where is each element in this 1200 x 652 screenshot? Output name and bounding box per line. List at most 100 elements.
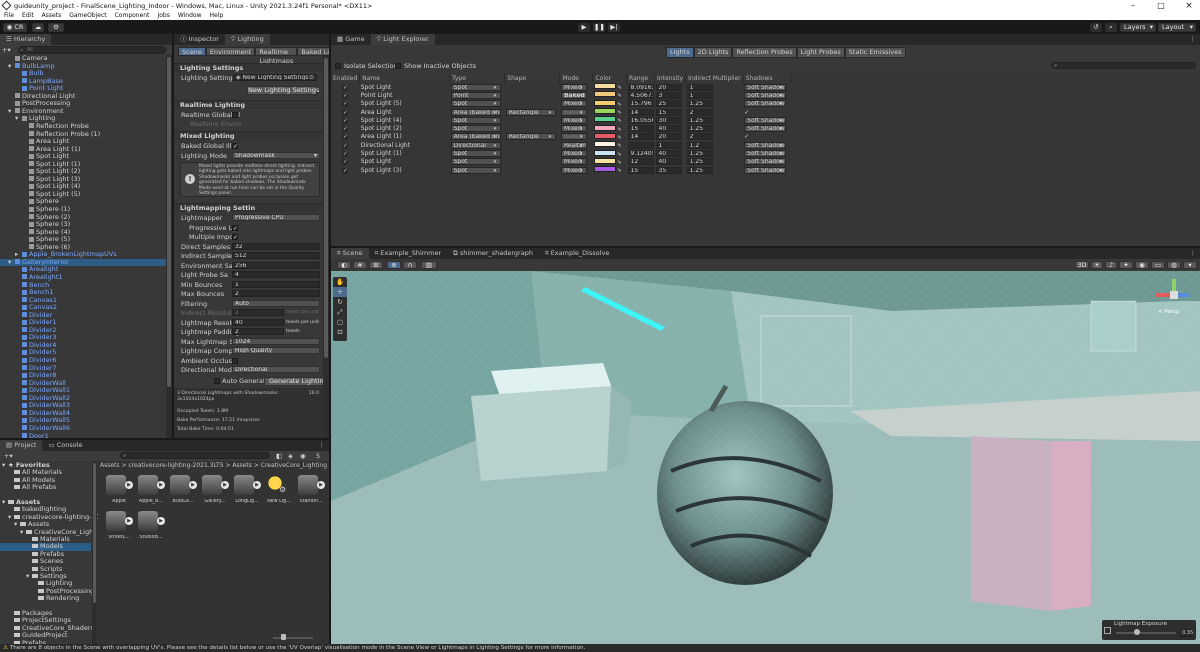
asset-item[interactable]: ▶ LongLig...	[232, 475, 262, 509]
color-swatch[interactable]	[593, 108, 616, 115]
setting-checkbox[interactable]	[232, 357, 238, 364]
hierarchy-item[interactable]: Spot Light (4)	[0, 183, 166, 191]
expand-arrow-icon[interactable]: ▾	[8, 62, 15, 71]
intensity-field[interactable]: 25	[655, 100, 682, 108]
tab-example-dissolve[interactable]: ⌗ Example_Dissolve	[539, 248, 615, 259]
generate-lighting-button[interactable]: Generate Lighting	[264, 377, 328, 386]
hierarchy-item[interactable]: Spot Light (2)	[0, 168, 166, 176]
intensity-field[interactable]: 30	[655, 116, 682, 124]
hierarchy-item[interactable]: DividerWall1	[0, 386, 166, 395]
scrollbar-thumb[interactable]	[167, 57, 171, 387]
expand-arrow-icon[interactable]: ▾	[15, 115, 22, 123]
indirect-field[interactable]: 2	[686, 133, 713, 141]
hierarchy-item[interactable]: Reflection Probe (1)	[0, 130, 166, 139]
light-row[interactable]: ✓ Spot Light (5) Spot ▾ Mixed▾ ✎ 15.796 25 1.25…	[331, 99, 791, 108]
mode-dropdown[interactable]: Mixed	[560, 100, 587, 108]
indirect-field[interactable]: 1.25	[686, 150, 713, 158]
hierarchy-item[interactable]: LampBase	[0, 77, 166, 86]
eyedropper-icon[interactable]: ✎	[616, 127, 622, 133]
section-lighting-settings[interactable]: Lighting Settings	[174, 63, 323, 72]
new-lighting-settings-button[interactable]: New Lighting Settings	[247, 86, 319, 95]
light-row[interactable]: ✓ Spot Light (1) Spot ▾ Mixed▾ ✎ 9.12405 40 1.2…	[331, 149, 791, 158]
visibility-icon[interactable]: ◉	[300, 452, 306, 460]
column-header[interactable]: Shape	[504, 74, 561, 83]
eyedropper-icon[interactable]: ✎	[616, 85, 622, 91]
hierarchy-item[interactable]: Arealight1	[0, 273, 166, 282]
setting-field[interactable]: 2	[232, 290, 320, 297]
hierarchy-item[interactable]: Divider3	[0, 334, 166, 342]
hierarchy-item[interactable]: Spot Light (5)	[0, 190, 166, 199]
range-field[interactable]	[627, 141, 654, 149]
section-lightmapping-settings[interactable]: Lightmapping Settin	[174, 203, 323, 212]
section-mixed-lighting[interactable]: Mixed Lighting	[174, 131, 323, 140]
hierarchy-item[interactable]: Divider7	[0, 364, 166, 373]
expand-play-icon[interactable]: ▶	[253, 481, 261, 489]
shadows-checkbox[interactable]: ✓	[744, 133, 749, 140]
hierarchy-item[interactable]: Bulb	[0, 69, 166, 78]
tab-light-explorer[interactable]: 💡︎ Light Explorer	[370, 34, 435, 45]
range-field[interactable]: 8.09163	[627, 83, 654, 91]
draw-mode-dropdown[interactable]: ◐	[337, 261, 351, 269]
expand-play-icon[interactable]: ▶	[317, 481, 325, 489]
camera-settings-button[interactable]: ▭	[1151, 261, 1165, 269]
close-button[interactable]: ×	[1184, 0, 1194, 12]
tab-hierarchy[interactable]: ☰ Hierarchy	[0, 34, 52, 45]
move-tool-icon[interactable]: ✛	[333, 287, 347, 297]
mode-dropdown[interactable]: Mixed	[560, 158, 587, 166]
column-header[interactable]: Enabled	[331, 74, 361, 83]
hierarchy-item[interactable]: Spot Light (3)	[0, 175, 166, 184]
indirect-field[interactable]: 1.25	[686, 166, 713, 174]
history-button[interactable]: ↺	[1090, 23, 1102, 32]
hierarchy-item[interactable]: Sphere (2)	[0, 213, 166, 222]
add-object-button[interactable]: +▾	[2, 46, 11, 54]
hierarchy-item[interactable]: Bench	[0, 281, 166, 290]
menu-window[interactable]: Window	[178, 12, 202, 20]
panel-menu-icon[interactable]: ⋮	[1190, 248, 1200, 259]
filter-2d-lights[interactable]: 2D Lights	[693, 47, 733, 58]
intensity-field[interactable]: 35	[655, 166, 682, 174]
auto-generate-checkbox[interactable]	[214, 378, 220, 384]
cloud-button[interactable]: ☁	[32, 23, 44, 32]
tab-example-shimmer[interactable]: ⌗ Example_Shimmer	[369, 248, 448, 259]
tab-lighting[interactable]: 💡︎ Lighting	[224, 34, 270, 45]
project-tree-item[interactable]: Rendering	[0, 594, 91, 602]
hierarchy-item[interactable]: Door1	[0, 432, 166, 438]
hierarchy-item[interactable]: DividerWall3	[0, 402, 166, 410]
range-field[interactable]: 4.50671	[627, 91, 654, 99]
column-header[interactable]: Mode	[559, 74, 594, 83]
gizmo-tool-dropdown[interactable]: #	[353, 261, 367, 269]
expand-arrow-icon[interactable]: ▾	[8, 107, 15, 116]
setting-dropdown[interactable]: Progressive CPU	[232, 214, 320, 221]
color-swatch[interactable]	[593, 83, 616, 90]
enabled-checkbox[interactable]: ✓	[342, 126, 349, 133]
enabled-checkbox[interactable]: ✓	[342, 159, 349, 166]
audio-toggle[interactable]: ♪	[1105, 261, 1117, 269]
indirect-field[interactable]: 1.25	[686, 100, 713, 108]
range-field[interactable]: 14	[627, 133, 654, 141]
subtab-realtime-lightmaps[interactable]: Realtime Lightmaps	[255, 47, 298, 65]
indirect-field[interactable]: 2	[686, 108, 713, 116]
hierarchy-item[interactable]: Sphere (3)	[0, 220, 166, 229]
enabled-checkbox[interactable]: ✓	[342, 109, 349, 116]
column-header[interactable]: Indirect Multiplier	[685, 74, 744, 83]
hierarchy-item[interactable]: Sphere	[0, 198, 166, 206]
2d-3d-toggle[interactable]: 3D	[1075, 261, 1089, 269]
scrollbar-thumb[interactable]	[324, 58, 328, 358]
light-row[interactable]: ✓ Point Light Point ▾ Baked▾ ✎ 4.50671 3 1 Soft …	[331, 91, 791, 99]
subtab-baked-lightmaps[interactable]: Baked Li	[297, 47, 329, 56]
realtime-gi-checkbox[interactable]	[232, 112, 238, 118]
effects-toggle[interactable]: ✦	[1119, 261, 1133, 269]
intensity-field[interactable]: 40	[655, 125, 682, 133]
minimize-button[interactable]: –	[1128, 0, 1138, 12]
hierarchy-item[interactable]: Divider	[0, 311, 166, 320]
enabled-checkbox[interactable]: ✓	[342, 151, 349, 158]
setting-field[interactable]: 512	[232, 252, 320, 259]
lighting-mode-dropdown[interactable]: Shadowmask ▾	[232, 152, 320, 159]
setting-checkbox[interactable]: ✓	[232, 224, 238, 231]
enabled-checkbox[interactable]: ✓	[342, 167, 349, 174]
setting-field[interactable]: 4	[232, 271, 320, 278]
hierarchy-item[interactable]: Divider4	[0, 341, 166, 350]
isolate-selection-checkbox[interactable]	[335, 63, 341, 69]
setting-field[interactable]: 2	[232, 309, 284, 316]
breadcrumb-item[interactable]: creativecore-lighting-2021.3LTS	[128, 462, 223, 469]
